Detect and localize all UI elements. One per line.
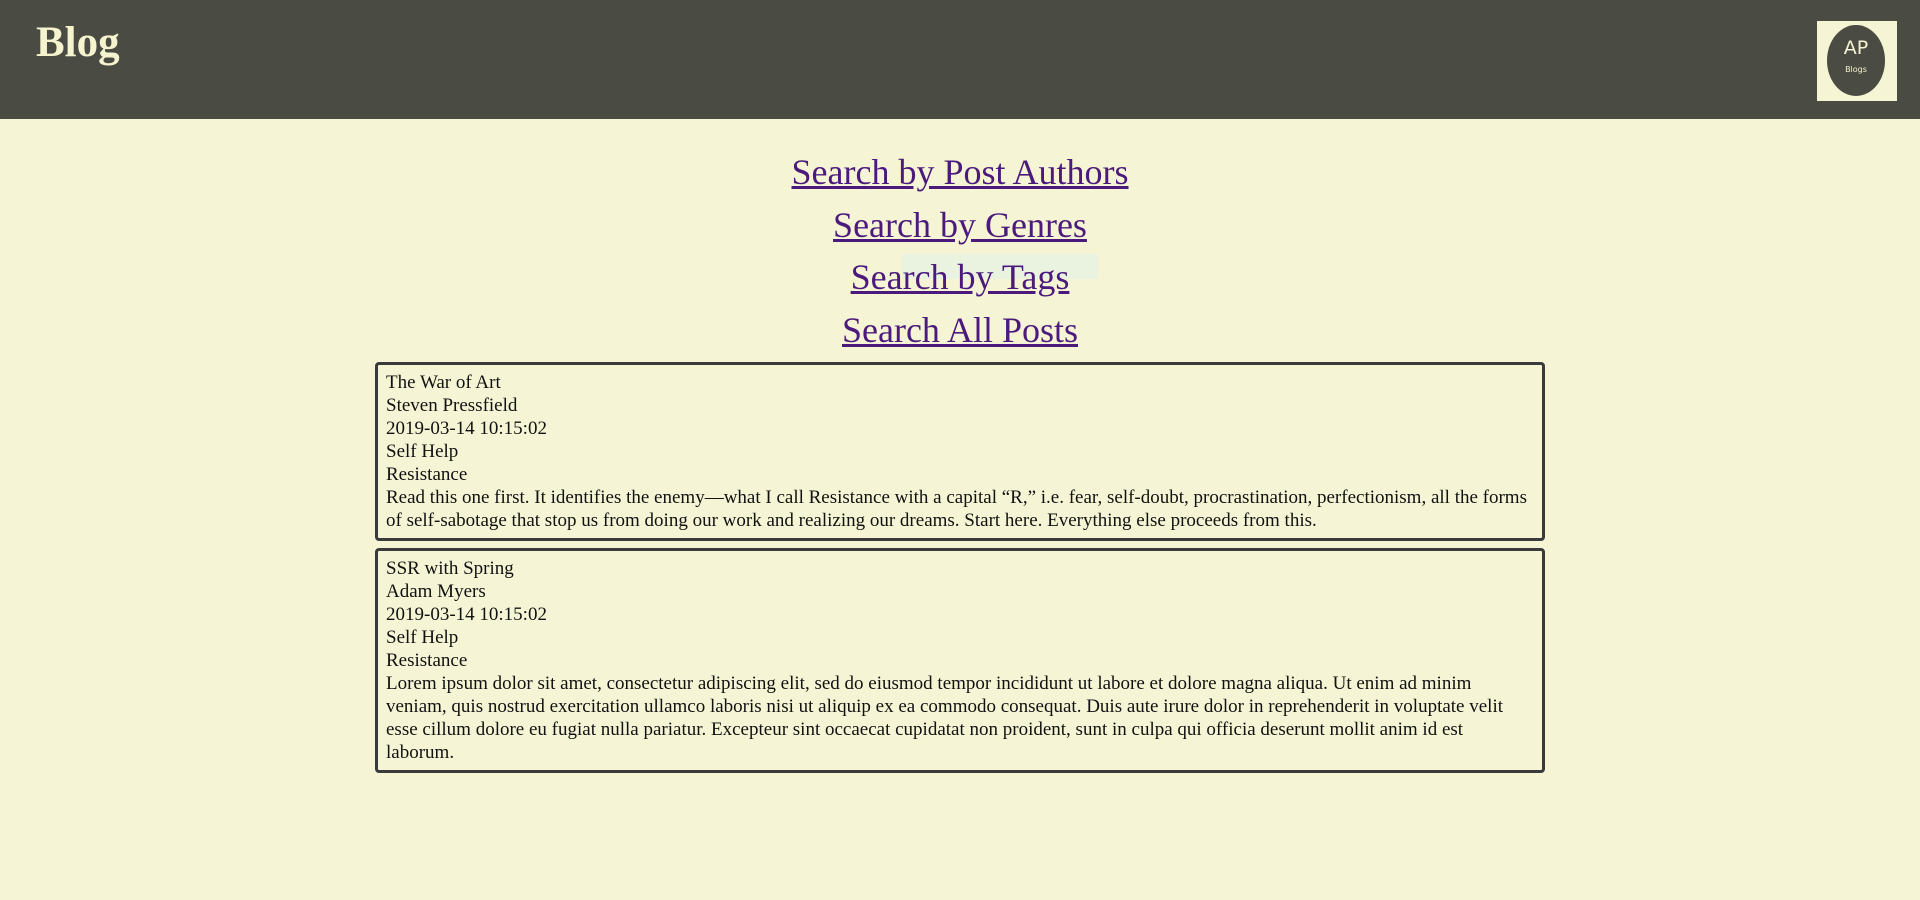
post-genre: Self Help (386, 441, 459, 462)
logo-text: AP (1843, 37, 1869, 59)
site-title[interactable]: Blog (36, 18, 120, 67)
post-list: The War of Art Steven Pressfield 2019-03… (375, 362, 1545, 780)
search-by-genres-link[interactable]: Search by Genres (833, 199, 1087, 252)
post-body: Read this one first. It identifies the e… (386, 487, 1527, 531)
post-genre: Self Help (386, 627, 459, 648)
logo-subtext: Blogs (1845, 65, 1867, 74)
post-title: SSR with Spring (386, 558, 514, 579)
search-by-authors-link[interactable]: Search by Post Authors (792, 146, 1129, 199)
post-date: 2019-03-14 10:15:02 (386, 604, 547, 625)
post-card[interactable]: SSR with Spring Adam Myers 2019-03-14 10… (375, 548, 1545, 773)
header-bar: Blog AP Blogs (0, 0, 1920, 119)
search-nav: Search by Post Authors Search by Genres … (0, 146, 1920, 356)
search-by-tags-link[interactable]: Search by Tags (851, 251, 1070, 304)
post-tag: Resistance (386, 464, 468, 485)
post-body: Lorem ipsum dolor sit amet, consectetur … (386, 673, 1504, 763)
logo[interactable]: AP Blogs (1817, 21, 1897, 101)
post-date: 2019-03-14 10:15:02 (386, 418, 547, 439)
post-card[interactable]: The War of Art Steven Pressfield 2019-03… (375, 362, 1545, 541)
post-tag: Resistance (386, 650, 468, 671)
logo-badge: AP Blogs (1827, 25, 1885, 96)
post-title: The War of Art (386, 372, 501, 393)
post-author: Adam Myers (386, 581, 486, 602)
post-author: Steven Pressfield (386, 395, 518, 416)
search-all-posts-link[interactable]: Search All Posts (842, 304, 1078, 357)
